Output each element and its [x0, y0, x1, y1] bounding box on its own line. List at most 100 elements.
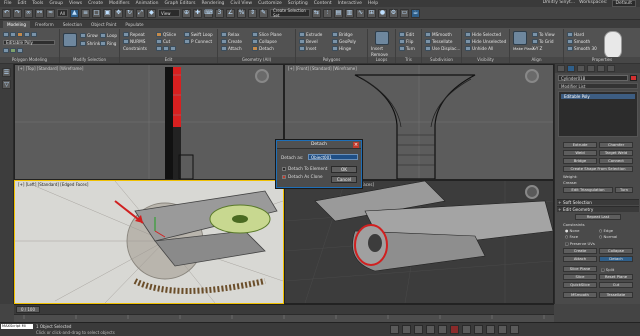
- soft-selection-rollout[interactable]: Soft Selection: [557, 199, 639, 206]
- nurms-button[interactable]: NURMS: [123, 39, 145, 44]
- to-grid-button[interactable]: To Grid: [532, 39, 554, 44]
- select-manipulate-icon[interactable]: ✚: [192, 8, 202, 18]
- menu-scripting[interactable]: Scripting: [288, 1, 308, 6]
- pivot-center-icon[interactable]: ⊕: [181, 8, 191, 18]
- stack-item-editable-poly[interactable]: Editable Poly: [561, 94, 635, 99]
- edit-triangulation-button[interactable]: Edit Triangulation: [563, 187, 613, 193]
- tris-flip-button[interactable]: Flip: [399, 39, 413, 44]
- msmooth-button[interactable]: MSmooth: [425, 32, 452, 37]
- scene-explorer-toggle-icon[interactable]: ☰: [2, 68, 11, 77]
- detach-geom-button[interactable]: Detach: [599, 256, 633, 262]
- detach-as-clone-checkbox[interactable]: [282, 175, 286, 179]
- go-to-end-icon[interactable]: [438, 325, 447, 334]
- turn-button[interactable]: Turn: [615, 187, 633, 193]
- close-icon[interactable]: ×: [353, 142, 359, 148]
- tris-turn-button[interactable]: Turn: [399, 46, 415, 51]
- slice-plane-geom-button[interactable]: Slice Plane: [563, 266, 597, 272]
- edge-icon[interactable]: [10, 32, 16, 37]
- ok-button[interactable]: OK: [331, 166, 357, 173]
- constraint-none-icon[interactable]: [156, 46, 162, 51]
- select-by-name-icon[interactable]: ≡: [80, 8, 90, 18]
- border-icon[interactable]: [17, 32, 23, 37]
- bevel-button[interactable]: Bevel: [299, 39, 318, 44]
- orbit-icon[interactable]: [498, 325, 507, 334]
- constraint-face-radio[interactable]: ○ Face: [565, 234, 578, 239]
- angle-snap-icon[interactable]: ∠: [225, 8, 235, 18]
- play-icon[interactable]: [414, 325, 423, 334]
- auto-key-icon[interactable]: [450, 325, 459, 334]
- tab-populate[interactable]: Populate: [121, 21, 148, 28]
- smooth30-button[interactable]: Smooth 30: [567, 46, 597, 51]
- track-bar[interactable]: [14, 314, 554, 322]
- element-icon[interactable]: [31, 32, 37, 37]
- menu-customize[interactable]: Customize: [258, 1, 282, 6]
- viewport-left[interactable]: [+] [Left] [Standard] [Edged Faces]: [14, 180, 284, 304]
- redo-icon[interactable]: ↷: [13, 8, 22, 18]
- tab-object-paint[interactable]: Object Paint: [87, 21, 121, 28]
- motion-tab-icon[interactable]: [587, 65, 595, 72]
- edit-geometry-rollout[interactable]: Edit Geometry: [557, 206, 639, 213]
- reset-plane-button[interactable]: Reset Plane: [599, 274, 633, 280]
- extrude-button[interactable]: Extrude: [299, 32, 322, 37]
- tab-freeform[interactable]: Freeform: [31, 21, 58, 28]
- create-shape-button[interactable]: Create Shape From Selection: [563, 166, 633, 172]
- msmooth-geom-button[interactable]: MSmooth: [563, 292, 597, 298]
- move-icon[interactable]: ✥: [113, 8, 123, 18]
- connect-button[interactable]: Connect: [599, 158, 633, 164]
- repeat-last-button[interactable]: Repeat Last: [575, 214, 621, 220]
- viewport-perspective[interactable]: [+] [Perspective] [Standard] [Edged Face…: [284, 180, 554, 304]
- shrink-button[interactable]: Shrink: [80, 41, 100, 46]
- create-tab-icon[interactable]: [557, 65, 565, 72]
- menu-create[interactable]: Create: [88, 1, 103, 6]
- split-checkbox[interactable]: □ Split: [601, 267, 614, 272]
- hide-selected-button[interactable]: Hide Selected: [465, 32, 501, 37]
- layer-explorer-icon[interactable]: ▤: [333, 8, 343, 18]
- rect-selection-icon[interactable]: □: [91, 8, 101, 18]
- menu-tools[interactable]: Tools: [32, 1, 43, 6]
- menu-group[interactable]: Group: [49, 1, 63, 6]
- render-production-icon[interactable]: ☕: [410, 8, 420, 18]
- next-frame-icon[interactable]: [426, 325, 435, 334]
- qslice-button[interactable]: QSlice: [156, 32, 176, 37]
- loop-button[interactable]: Loop: [100, 33, 117, 38]
- create-button[interactable]: Create: [221, 39, 242, 44]
- vertex-icon[interactable]: [3, 32, 9, 37]
- constraint-none-radio[interactable]: ● None: [565, 228, 579, 233]
- hierarchy-tab-icon[interactable]: [577, 65, 585, 72]
- menu-rendering[interactable]: Rendering: [201, 1, 224, 6]
- cancel-button[interactable]: Cancel: [331, 176, 357, 183]
- relax-button[interactable]: Relax: [221, 32, 240, 37]
- bridge-edge-button[interactable]: Bridge: [563, 158, 597, 164]
- slice-plane-button[interactable]: Slice Plane: [252, 32, 282, 37]
- repeat-button[interactable]: Repeat: [123, 32, 145, 37]
- filter-icon[interactable]: ▽: [2, 80, 11, 89]
- detach-as-input[interactable]: [308, 154, 358, 160]
- menu-civil-view[interactable]: Civil View: [230, 1, 252, 6]
- bridge-button[interactable]: Bridge: [332, 32, 353, 37]
- hide-unselected-button[interactable]: Hide Unselected: [465, 39, 506, 44]
- collapse-button[interactable]: Collapse: [252, 39, 277, 44]
- rotate-icon[interactable]: ↻: [124, 8, 134, 18]
- selection-set-dropdown[interactable]: Create Selection Set: [269, 8, 310, 18]
- render-setup-icon[interactable]: ⚙: [388, 8, 398, 18]
- align-icon[interactable]: ⫶: [322, 8, 332, 18]
- material-editor-icon[interactable]: ●: [377, 8, 387, 18]
- go-to-start-icon[interactable]: [390, 325, 399, 334]
- make-planar-icon[interactable]: [513, 31, 527, 45]
- menu-file[interactable]: File: [4, 1, 12, 6]
- weld-button[interactable]: Weld: [563, 150, 597, 156]
- cut-button[interactable]: Cut: [156, 39, 170, 44]
- display-tab-icon[interactable]: [597, 65, 605, 72]
- place-icon[interactable]: ◆: [146, 8, 156, 18]
- constraint-face-icon[interactable]: [170, 46, 176, 51]
- schematic-view-icon[interactable]: ⊞: [366, 8, 376, 18]
- attach-geom-button[interactable]: Attach: [563, 256, 597, 262]
- hinge-button[interactable]: Hinge: [332, 46, 351, 51]
- show-end-result-icon[interactable]: [10, 48, 16, 53]
- menu-graph-editors[interactable]: Graph Editors: [165, 1, 196, 6]
- editable-poly-field[interactable]: Editable Poly: [3, 40, 55, 45]
- collapse-stack-icon[interactable]: [3, 48, 9, 53]
- tab-modeling[interactable]: Modeling: [3, 21, 31, 28]
- menu-content[interactable]: Content: [314, 1, 332, 6]
- maxscript-listener[interactable]: MAXScript Mi: [1, 324, 33, 329]
